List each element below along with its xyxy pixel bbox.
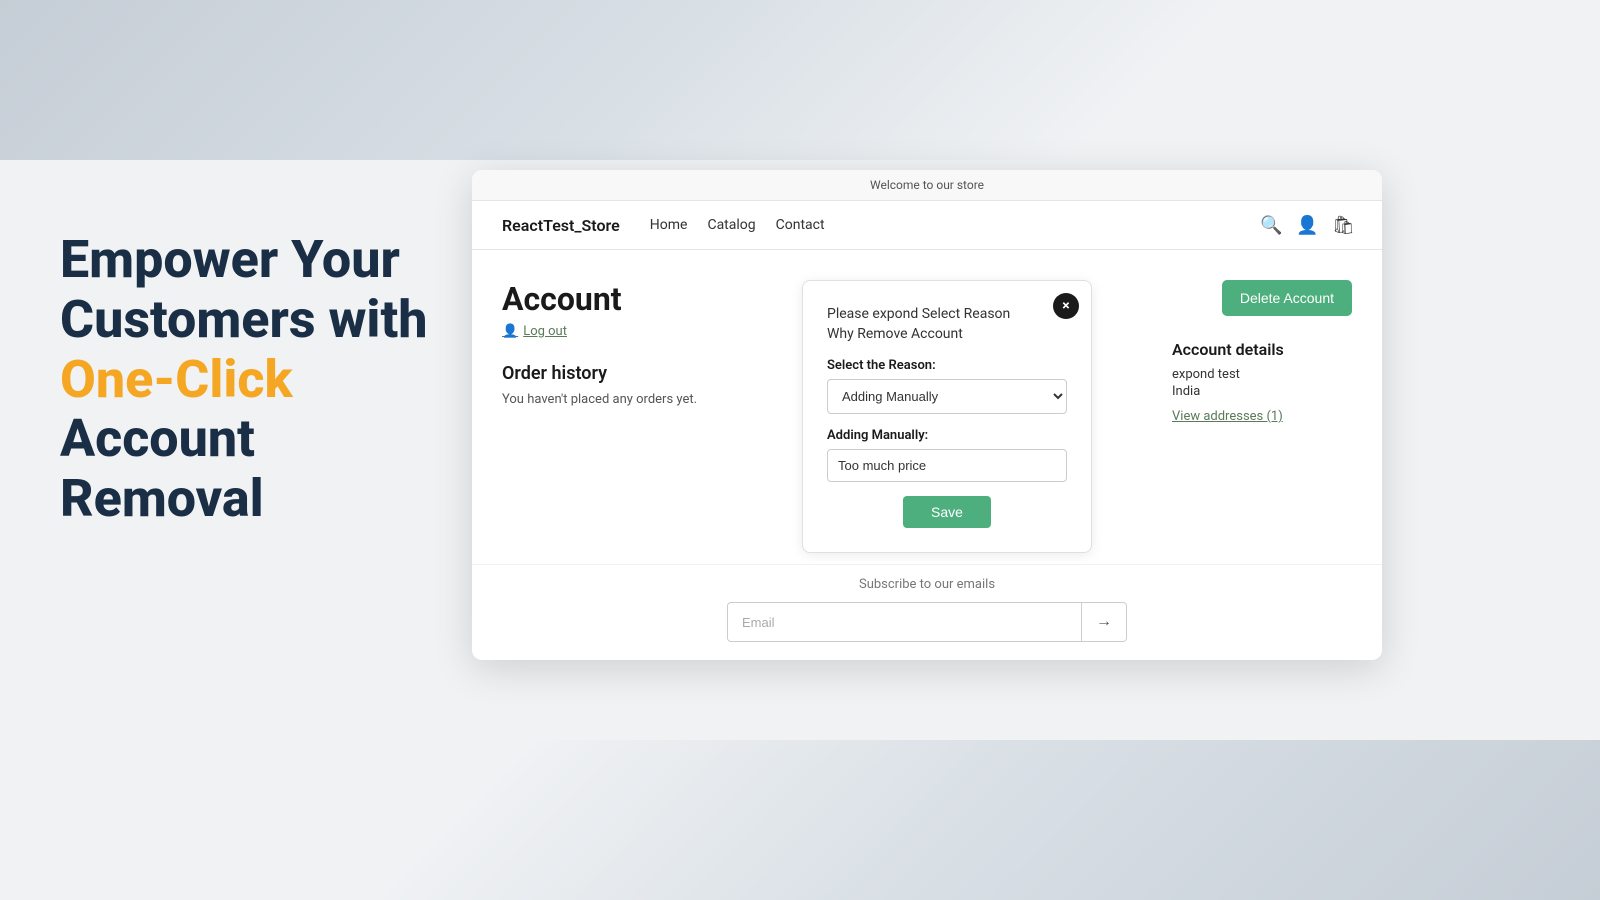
account-icon[interactable]: 👤: [1296, 215, 1316, 235]
order-history-empty: You haven't placed any orders yet.: [502, 392, 722, 407]
email-input[interactable]: [728, 605, 1081, 640]
subscribe-label: Subscribe to our emails: [502, 577, 1352, 592]
subscribe-submit-button[interactable]: →: [1081, 603, 1126, 641]
logout-link[interactable]: 👤 Log out: [502, 324, 722, 339]
textarea-label: Adding Manually:: [827, 428, 1067, 443]
hero-line1: Empower Your: [60, 229, 400, 290]
store-nav-links: Home Catalog Contact: [650, 217, 1260, 233]
hero-line4: Account: [60, 408, 255, 469]
store-logo: ReactTest_Store: [502, 216, 620, 235]
store-nav-icons: 🔍 👤 🛍: [1260, 215, 1352, 235]
nav-catalog[interactable]: Catalog: [707, 217, 755, 233]
store-window: Welcome to our store ReactTest_Store Hom…: [472, 170, 1382, 660]
logout-label[interactable]: Log out: [523, 324, 567, 339]
view-addresses-link[interactable]: View addresses (1): [1172, 409, 1352, 424]
hero-line5: Removal: [60, 468, 264, 529]
cart-icon[interactable]: 🛍: [1332, 215, 1352, 235]
nav-home[interactable]: Home: [650, 217, 688, 233]
person-icon: 👤: [502, 324, 518, 339]
delete-account-button[interactable]: Delete Account: [1222, 280, 1352, 316]
nav-contact[interactable]: Contact: [776, 217, 825, 233]
select-reason-label: Select the Reason:: [827, 358, 1067, 373]
welcome-text: Welcome to our store: [870, 178, 984, 192]
hero-line2: Customers with: [60, 289, 427, 350]
bg-stripe-top: [0, 0, 1600, 160]
reason-text-input[interactable]: [827, 449, 1067, 482]
store-nav: ReactTest_Store Home Catalog Contact 🔍 👤…: [472, 201, 1382, 250]
account-country: India: [1172, 384, 1352, 399]
save-button[interactable]: Save: [903, 496, 991, 528]
hero-line3: One-Click: [60, 349, 293, 410]
bg-stripe-bottom: [0, 740, 1600, 900]
modal-title: Please expond Select Reason Why Remove A…: [827, 305, 1067, 344]
subscribe-section: Subscribe to our emails →: [472, 564, 1382, 660]
order-history-title: Order history: [502, 363, 722, 384]
account-name: expond test: [1172, 367, 1352, 382]
modal-card: × Please expond Select Reason Why Remove…: [802, 280, 1092, 553]
account-title: Account: [502, 280, 722, 318]
search-icon[interactable]: 🔍: [1260, 215, 1280, 235]
hero-section: Empower Your Customers with One-Click Ac…: [60, 230, 427, 529]
account-details-title: Account details: [1172, 340, 1352, 359]
reason-select[interactable]: Adding Manually Too expensive Poor quali…: [827, 379, 1067, 414]
modal-close-button[interactable]: ×: [1053, 293, 1079, 319]
subscribe-form: →: [727, 602, 1127, 642]
store-topbar: Welcome to our store: [472, 170, 1382, 201]
